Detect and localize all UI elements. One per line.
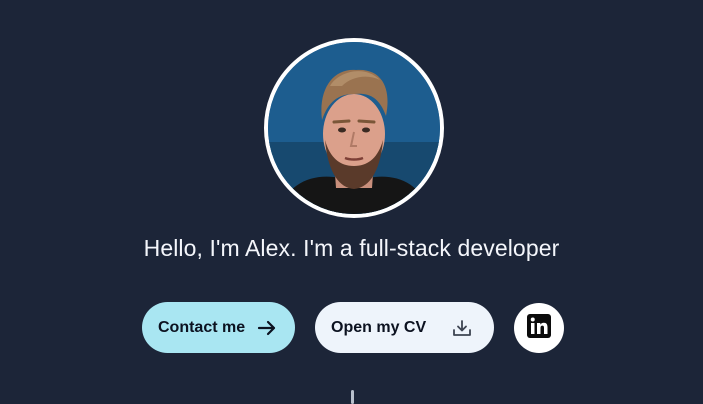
avatar <box>264 38 444 218</box>
arrow-right-icon <box>257 320 277 336</box>
page-title: Hello, I'm Alex. I'm a full-stack develo… <box>143 235 560 261</box>
download-icon <box>452 319 472 337</box>
linkedin-icon <box>527 313 551 343</box>
contact-me-label: Contact me <box>158 318 246 336</box>
open-cv-button[interactable]: Open my CV <box>315 302 494 353</box>
linkedin-button[interactable] <box>514 303 564 353</box>
avatar-photo <box>268 42 440 214</box>
hero-section: Hello, I'm Alex. I'm a full-stack develo… <box>0 0 703 404</box>
scroll-indicator <box>351 390 354 404</box>
contact-me-button[interactable]: Contact me <box>142 302 295 353</box>
open-cv-label: Open my CV <box>331 318 427 336</box>
